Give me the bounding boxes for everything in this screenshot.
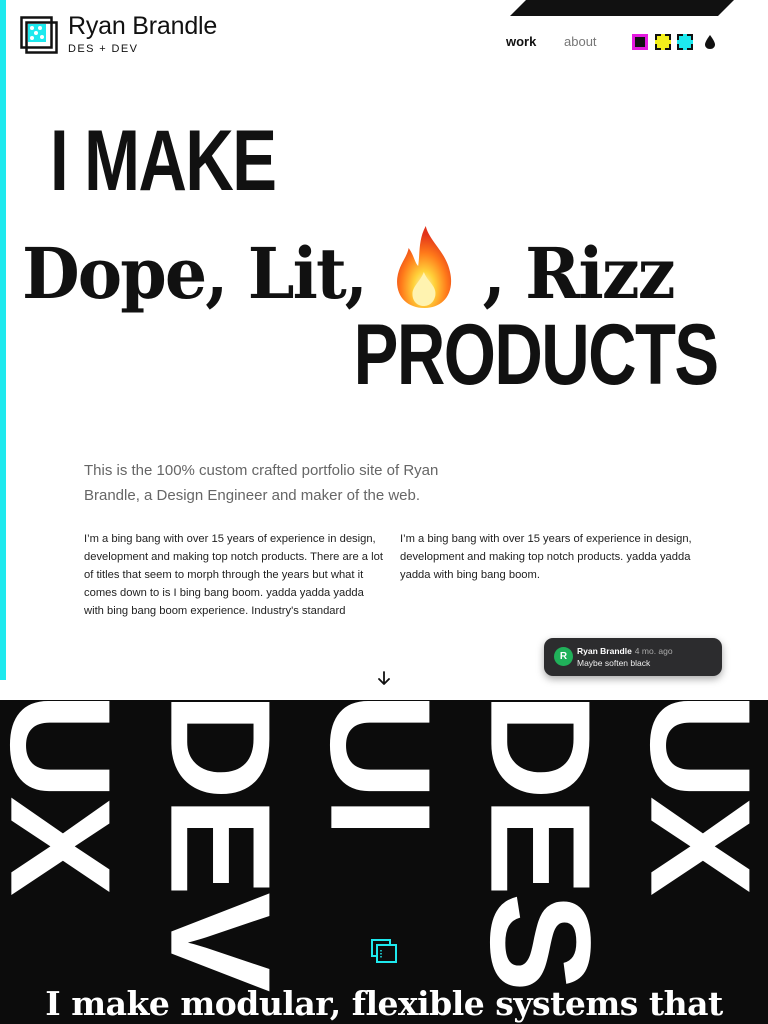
brand-tagline: DES + DEV: [68, 43, 139, 55]
fire-icon: [396, 226, 451, 308]
section-tagline: I make modular, flexible systems that: [45, 984, 723, 1023]
hero-line-2-end: , Rizz: [482, 232, 676, 315]
discipline-word: UX: [620, 700, 768, 893]
avatar: R: [554, 647, 573, 666]
discipline-word: UI: [300, 700, 461, 834]
logo-icon[interactable]: [20, 16, 58, 54]
comment-card[interactable]: R Ryan Brandle 4 mo. ago Maybe soften bla…: [544, 638, 722, 676]
comment-author: Ryan Brandle: [577, 646, 632, 656]
brand-name[interactable]: Ryan Brandle: [68, 12, 217, 41]
discipline-word: DES: [460, 700, 621, 989]
nav-work[interactable]: work: [506, 34, 536, 49]
bio-column-1: I’m a bing bang with over 15 years of ex…: [84, 533, 383, 617]
arrow-down-icon[interactable]: [376, 670, 392, 686]
ink-drop-icon[interactable]: [703, 34, 717, 50]
disciplines-section: UX DEV UI DES UX I make modular, flexibl…: [0, 700, 768, 1024]
modular-blocks-icon: [371, 939, 397, 963]
discipline-word: UX: [0, 700, 141, 893]
nav-about[interactable]: about: [564, 34, 597, 49]
theme-swatch-black[interactable]: [632, 34, 648, 50]
hero-line-2: Dope, Lit, , Rizz: [22, 224, 676, 310]
theme-swatch-yellow[interactable]: [655, 34, 671, 50]
accent-stripe: [0, 0, 6, 680]
hero-line-3: PRODUCTS: [354, 307, 719, 403]
hero-line-2-start: Dope, Lit,: [22, 232, 368, 315]
bio-column-2: I’m a bing bang with over 15 years of ex…: [400, 533, 692, 581]
comment-author-line: Ryan Brandle 4 mo. ago: [577, 646, 673, 656]
hero-line-1: I MAKE: [50, 113, 277, 209]
comment-time: 4 mo. ago: [634, 646, 673, 656]
theme-swatch-cyan[interactable]: [677, 34, 693, 50]
decorative-top-bar: [510, 0, 734, 16]
comment-text: Maybe soften black: [577, 658, 651, 668]
intro-text: This is the 100% custom crafted portfoli…: [84, 462, 439, 504]
discipline-word: DEV: [140, 700, 301, 989]
